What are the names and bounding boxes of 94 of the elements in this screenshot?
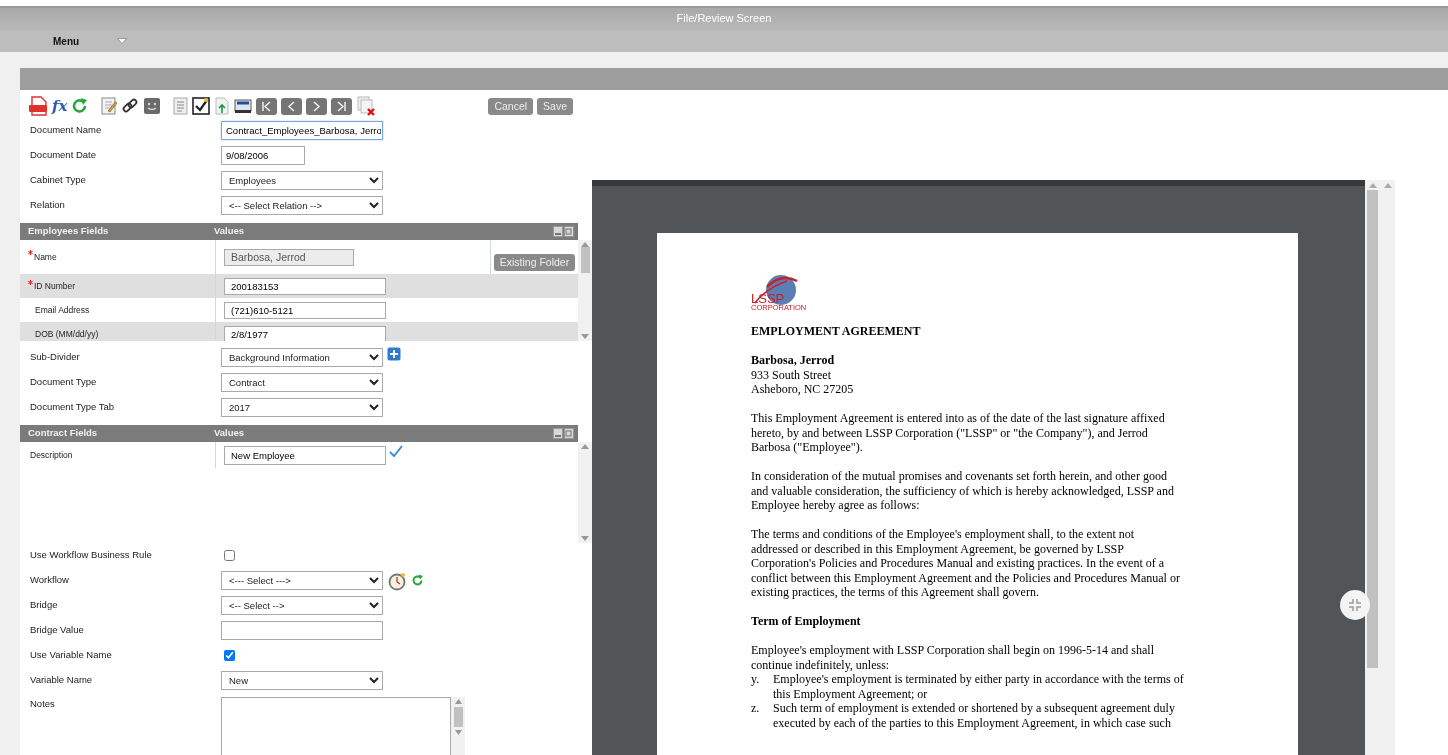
field-label: Document Type — [30, 375, 98, 390]
scroll-down-icon[interactable] — [581, 536, 589, 541]
logo-text: LSSP — [751, 293, 785, 305]
first-page-button[interactable] — [256, 97, 278, 115]
window-title: File/Review Screen — [676, 12, 772, 24]
checkbox-icon[interactable] — [192, 97, 211, 115]
field-label: Email Address — [35, 303, 90, 317]
field-label: Name — [34, 250, 57, 264]
scrollbar[interactable] — [1380, 180, 1395, 755]
field-label: Workflow — [30, 573, 70, 588]
address-line: Asheboro, NC 27205 — [751, 382, 855, 397]
input-field[interactable]: New Employee — [224, 445, 386, 465]
field-label: Use Variable Name — [30, 648, 113, 663]
column-header: Values — [214, 224, 245, 239]
scrollbar[interactable] — [451, 697, 465, 755]
clock-icon[interactable] — [387, 570, 407, 591]
section-heading: Term of Employment — [751, 614, 862, 629]
previous-button[interactable] — [281, 97, 303, 115]
first-page-icon — [262, 100, 272, 112]
caret-icon[interactable] — [117, 38, 128, 44]
address-line: 933 South Street — [751, 367, 832, 382]
last-page-icon — [337, 100, 347, 112]
scroll-thumb[interactable] — [453, 707, 463, 727]
paragraph: Employee's employment with LSSP Corporation shall begin on 1996-5-14 and shall continue indefinitely, unless: — [751, 643, 1155, 672]
dropdown[interactable]: <-- Select --> — [221, 596, 383, 615]
refresh-icon[interactable] — [71, 97, 90, 115]
recipient-name: Barbosa, Jerrod — [751, 353, 836, 368]
scrollbar[interactable] — [1365, 180, 1380, 755]
column-header: Contract Fields — [27, 426, 99, 441]
exit-fullscreen-icon — [1349, 599, 1361, 611]
dropdown[interactable]: 2017 — [221, 398, 383, 417]
scrollbar[interactable] — [578, 442, 592, 543]
input-field[interactable]: 200183153 — [224, 277, 386, 295]
scrollbar[interactable] — [578, 240, 592, 341]
scroll-thumb[interactable] — [580, 247, 590, 273]
scanner-icon[interactable] — [234, 97, 253, 115]
dropdown[interactable]: Contract — [221, 373, 383, 392]
input-field[interactable]: 2/8/1977 — [224, 325, 386, 341]
column-header: Values — [214, 426, 245, 441]
pdf-icon[interactable] — [28, 96, 48, 116]
field-label: DOB (MM/dd/yy) — [35, 327, 99, 341]
last-page-button[interactable] — [331, 97, 353, 115]
column-header: Employees Fields — [27, 224, 110, 239]
refresh-icon[interactable] — [411, 574, 424, 587]
link-icon[interactable] — [121, 97, 140, 115]
input-field[interactable]: Contract_Employees_Barbosa, Jerro — [221, 121, 383, 140]
dropdown[interactable]: Background Information — [221, 348, 383, 367]
field-label: Notes — [30, 697, 56, 711]
field-label: Sub-Divider — [30, 350, 81, 365]
list-item-text: Such term of employment is extended or shortened by a subsequent agreement duly executed by each of the parties to this Employment Agreement, in which case such — [773, 701, 1175, 730]
scroll-thumb[interactable] — [1367, 190, 1378, 668]
window-controls-icon[interactable] — [553, 226, 574, 237]
list-marker: z. — [751, 701, 761, 717]
input-field[interactable] — [221, 621, 383, 640]
field-label: Bridge Value — [30, 623, 85, 638]
delete-pages-icon[interactable] — [356, 96, 377, 116]
field-label: Document Type Tab — [30, 400, 116, 415]
dropdown[interactable]: <-- Select Relation --> — [221, 196, 383, 215]
next-icon — [313, 100, 321, 112]
field-label: Cabinet Type — [30, 173, 87, 188]
next-button[interactable] — [306, 97, 328, 115]
field-label: Bridge — [30, 598, 59, 613]
field-label: Use Workflow Business Rule — [30, 548, 153, 563]
scroll-up-icon[interactable] — [581, 444, 589, 449]
list-item-text: Employee's employment is terminated by either party in accordance with the terms of this Employment Agreement; or — [773, 672, 1184, 701]
document-title: EMPLOYMENT AGREEMENT — [751, 324, 922, 339]
add-icon[interactable] — [387, 346, 401, 361]
paragraph: The terms and conditions of the Employee's employment shall, to the extent not addressed or described in this Employment Agreement, be governed by LSSP Corporation's Policies and Procedures Manual and existing practices. In the event of a conflict between this Employment Agreement and the Policies and Procedures Manual or existing practices, the terms of this Agreement shall govern. — [751, 527, 1181, 600]
input-field[interactable]: 9/08/2006 — [221, 146, 305, 165]
formula-button[interactable]: fx — [52, 97, 68, 115]
input-field[interactable]: (721)610-5121 — [224, 301, 386, 319]
field-label: Document Date — [30, 148, 97, 163]
previous-icon — [288, 100, 296, 112]
paragraph: This Employment Agreement is entered into as of the date of the last signature affixed hereto, by and between LSSP Corporation ("LSSP" or "the Company"), and Jerrod Barbosa ("Employee"). — [751, 411, 1166, 455]
dropdown[interactable]: <--- Select ---> — [221, 571, 383, 590]
field-label: Document Name — [30, 123, 103, 138]
menu-label[interactable]: Menu — [53, 33, 80, 49]
scroll-down-icon[interactable] — [581, 334, 589, 339]
upload-document-icon[interactable] — [214, 97, 231, 115]
scroll-up-icon[interactable] — [454, 699, 462, 704]
smiley-face-icon[interactable] — [143, 97, 162, 115]
field-label: Relation — [30, 198, 66, 213]
paragraph: In consideration of the mutual promises and covenants set forth herein, and other good and valuable consideration, the sufficiency of which is hereby acknowledged, LSSP and Employee hereby agree as follows: — [751, 469, 1175, 513]
checkbox[interactable] — [224, 550, 235, 561]
dropdown[interactable]: New — [221, 671, 383, 690]
field-label: Description — [30, 448, 73, 462]
notes-field[interactable] — [221, 697, 451, 755]
dropdown[interactable]: Employees — [221, 171, 383, 190]
scroll-down-icon[interactable] — [454, 730, 462, 735]
list-marker: y. — [751, 672, 761, 688]
field-label: Variable Name — [30, 673, 94, 688]
window-controls-icon[interactable] — [553, 428, 574, 439]
field-label: ID Number — [34, 279, 76, 293]
checkbox[interactable] — [224, 650, 235, 661]
